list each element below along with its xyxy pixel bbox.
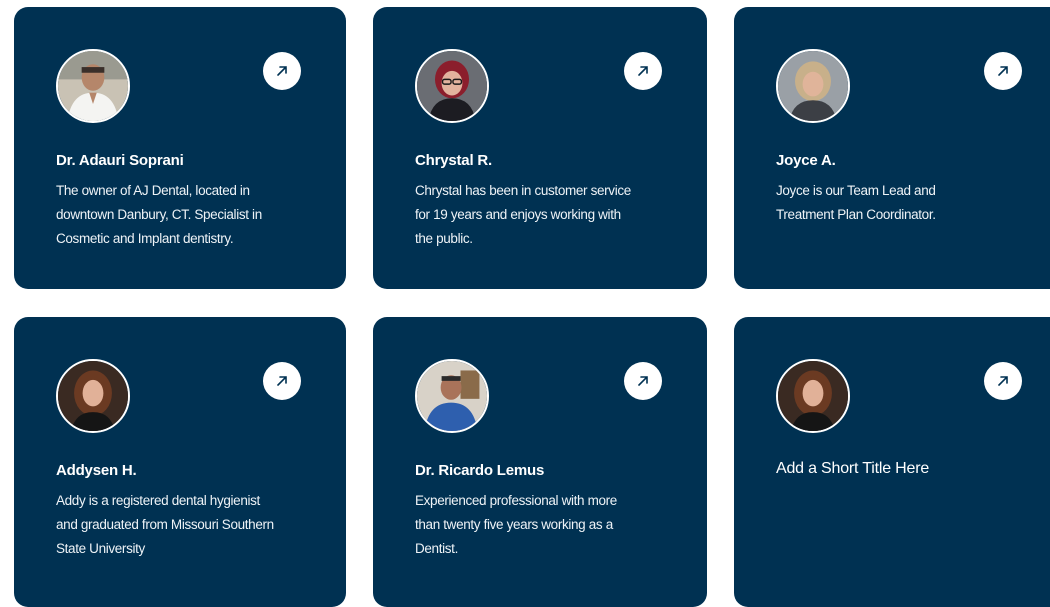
profile-link-button[interactable] <box>624 52 662 90</box>
team-card-ricardo-lemus: Dr. Ricardo Lemus Experienced profession… <box>373 317 707 607</box>
team-card-adauri-soprani: Dr. Adauri Soprani The owner of AJ Denta… <box>14 7 346 289</box>
member-description: Addy is a registered dental hygienist an… <box>56 493 274 556</box>
member-name: Addysen H. <box>56 462 137 479</box>
member-name: Chrystal R. <box>415 152 492 169</box>
member-description: Experienced professional with more than … <box>415 493 617 556</box>
profile-link-button[interactable] <box>263 362 301 400</box>
profile-link-button[interactable] <box>984 52 1022 90</box>
member-description: Joyce is our Team Lead and Treatment Pla… <box>776 183 936 222</box>
arrow-up-right-icon <box>998 376 1008 386</box>
profile-link-button[interactable] <box>624 362 662 400</box>
team-card-placeholder: Add a Short Title Here <box>734 317 1050 607</box>
avatar-addysen-h <box>56 359 130 433</box>
arrow-up-right-icon <box>998 66 1008 76</box>
avatar-adauri-soprani <box>56 49 130 123</box>
arrow-up-right-icon <box>277 376 287 386</box>
arrow-up-right-icon <box>638 376 648 386</box>
avatar-chrystal-r <box>415 49 489 123</box>
arrow-up-right-icon <box>638 66 648 76</box>
member-name: Dr. Adauri Soprani <box>56 152 184 169</box>
avatar-placeholder <box>776 359 850 433</box>
team-card-addysen-h: Addysen H. Addy is a registered dental h… <box>14 317 346 607</box>
avatar-ricardo-lemus <box>415 359 489 433</box>
member-description: The owner of AJ Dental, located in downt… <box>56 183 262 246</box>
profile-link-button[interactable] <box>984 362 1022 400</box>
team-card-joyce-a: Joyce A. Joyce is our Team Lead and Trea… <box>734 7 1050 289</box>
team-card-chrystal-r: Chrystal R. Chrystal has been in custome… <box>373 7 707 289</box>
profile-link-button[interactable] <box>263 52 301 90</box>
member-name: Joyce A. <box>776 152 836 169</box>
member-description: Chrystal has been in customer service fo… <box>415 183 631 246</box>
avatar-joyce-a <box>776 49 850 123</box>
member-name: Add a Short Title Here <box>776 460 930 477</box>
arrow-up-right-icon <box>277 66 287 76</box>
member-name: Dr. Ricardo Lemus <box>415 462 545 479</box>
